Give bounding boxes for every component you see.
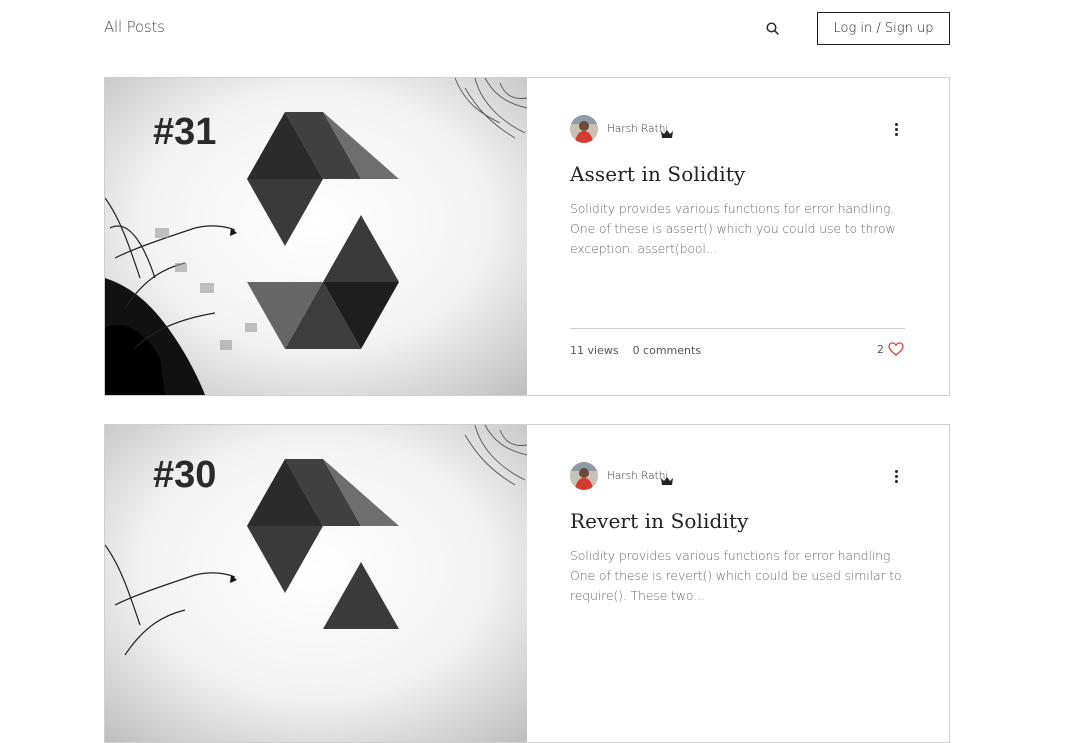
all-posts-link[interactable]: All Posts (104, 18, 165, 36)
post-cover-image[interactable]: #30 (105, 425, 527, 742)
post-card[interactable]: #30 Harsh Rathi Revert in Solidity Solid… (104, 424, 950, 743)
search-icon[interactable] (764, 20, 782, 38)
blog-header: All Posts Log in / Sign up (0, 0, 1082, 60)
post-cover-image[interactable]: #31 (105, 78, 527, 395)
like-button[interactable]: 2 (877, 342, 904, 356)
post-body: Harsh Rathi Revert in Solidity Solidity … (527, 425, 949, 742)
cover-number: #31 (153, 111, 216, 153)
likes-count: 2 (877, 342, 884, 356)
login-signup-button[interactable]: Log in / Sign up (817, 12, 950, 45)
more-actions-icon[interactable] (891, 118, 901, 140)
author-avatar[interactable] (570, 462, 598, 490)
heart-icon (888, 342, 904, 356)
post-excerpt: Solidity provides various functions for … (570, 201, 896, 256)
crown-icon (660, 471, 674, 485)
divider (570, 328, 905, 329)
author-avatar[interactable] (570, 115, 598, 143)
post-stats: 11 views 0 comments (570, 344, 701, 357)
comments-link[interactable]: 0 comments (633, 344, 702, 357)
post-title[interactable]: Revert in Solidity (570, 509, 749, 533)
post-title[interactable]: Assert in Solidity (570, 162, 745, 186)
post-body: Harsh Rathi Assert in Solidity Solidity … (527, 78, 949, 395)
cover-number: #30 (153, 454, 216, 496)
more-actions-icon[interactable] (891, 465, 901, 487)
post-card[interactable]: #31 Harsh Rathi Assert in Solidity Solid… (104, 77, 950, 396)
views-count: 11 views (570, 344, 619, 357)
post-excerpt: Solidity provides various functions for … (570, 548, 902, 603)
crown-icon (660, 124, 674, 138)
